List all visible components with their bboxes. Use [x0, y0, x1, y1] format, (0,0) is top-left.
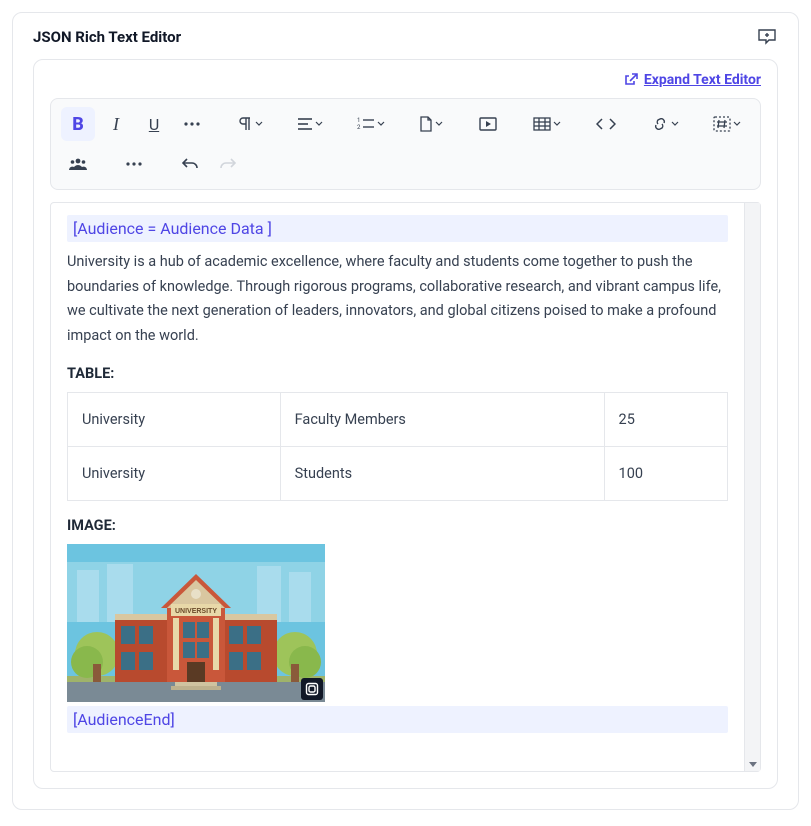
redo-icon: [220, 157, 236, 171]
table-cell[interactable]: Students: [280, 446, 604, 500]
chevron-down-icon: [377, 120, 385, 128]
play-box-icon: [479, 117, 497, 131]
expand-editor-link[interactable]: Expand Text Editor: [624, 72, 761, 88]
editor-document[interactable]: [Audience = Audience Data ] University i…: [51, 203, 744, 771]
document-icon: [419, 116, 433, 132]
paragraph-format-button[interactable]: [231, 107, 269, 141]
table-cell[interactable]: 100: [604, 446, 727, 500]
redo-button: [211, 147, 245, 181]
align-icon: [297, 117, 313, 131]
table-cell[interactable]: 25: [604, 392, 727, 446]
code-button[interactable]: [589, 107, 623, 141]
ellipsis-icon: [125, 161, 143, 167]
chevron-down-icon: [553, 120, 561, 128]
chevron-down-icon: [315, 120, 323, 128]
code-icon: [596, 118, 616, 130]
more-actions-button[interactable]: [117, 147, 151, 181]
svg-text:1: 1: [357, 117, 360, 124]
table-row: University Faculty Members 25: [68, 392, 728, 446]
ellipsis-icon: [183, 121, 201, 127]
chevron-down-icon: [255, 120, 263, 128]
table-section-label: TABLE:: [67, 365, 728, 382]
panel-title: JSON Rich Text Editor: [33, 28, 181, 46]
chevron-down-icon: [435, 120, 443, 128]
chevron-down-icon: [671, 120, 679, 128]
list-icon: 1 2: [357, 117, 375, 131]
image-asset-link-button[interactable]: [301, 678, 323, 700]
toolbar: B I U: [50, 98, 761, 190]
insert-asset-button[interactable]: [413, 107, 449, 141]
panel-header: JSON Rich Text Editor: [33, 27, 778, 47]
embed-button[interactable]: [471, 107, 505, 141]
people-icon: [69, 157, 87, 171]
chevron-down-icon: [733, 120, 741, 128]
more-formatting-button[interactable]: [175, 107, 209, 141]
link-button[interactable]: [645, 107, 685, 141]
link-icon: [651, 118, 669, 130]
table-button[interactable]: [527, 107, 567, 141]
content-image[interactable]: UNIVERSITY: [67, 544, 325, 702]
editor-content-area: [Audience = Audience Data ] University i…: [50, 202, 761, 772]
alignment-button[interactable]: [291, 107, 329, 141]
paragraph-icon: [237, 116, 253, 132]
image-section-label: IMAGE:: [67, 517, 728, 534]
audience-open-tag[interactable]: [Audience = Audience Data ]: [67, 215, 728, 242]
table-cell[interactable]: University: [68, 446, 281, 500]
expand-icon: [624, 73, 638, 87]
expand-row: Expand Text Editor: [50, 72, 761, 88]
body-paragraph[interactable]: University is a hub of academic excellen…: [67, 250, 728, 349]
table-cell[interactable]: University: [68, 392, 281, 446]
svg-text:UNIVERSITY: UNIVERSITY: [175, 608, 217, 615]
asset-link-icon: [305, 682, 319, 696]
svg-text:2: 2: [357, 124, 361, 131]
content-table[interactable]: University Faculty Members 25 University…: [67, 392, 728, 501]
table-cell[interactable]: Faculty Members: [280, 392, 604, 446]
vertical-scrollbar[interactable]: [744, 203, 760, 771]
table-row: University Students 100: [68, 446, 728, 500]
add-comment-button[interactable]: [756, 27, 778, 47]
audience-close-tag[interactable]: [AudienceEnd]: [67, 706, 728, 733]
editor-shell: Expand Text Editor B I U: [33, 59, 778, 789]
list-button[interactable]: 1 2: [351, 107, 391, 141]
editor-panel: JSON Rich Text Editor Expand Text Editor: [12, 12, 799, 810]
undo-button[interactable]: [173, 147, 207, 181]
bold-button[interactable]: B: [61, 107, 95, 141]
university-illustration: UNIVERSITY: [67, 544, 325, 702]
scroll-down-arrow-icon[interactable]: [749, 762, 757, 767]
expand-editor-label: Expand Text Editor: [644, 72, 761, 88]
hash-box-icon: [713, 116, 731, 132]
underline-button[interactable]: U: [137, 107, 171, 141]
table-icon: [533, 117, 551, 131]
group-button[interactable]: [61, 147, 95, 181]
italic-button[interactable]: I: [99, 107, 133, 141]
property-button[interactable]: [707, 107, 747, 141]
undo-icon: [182, 157, 198, 171]
